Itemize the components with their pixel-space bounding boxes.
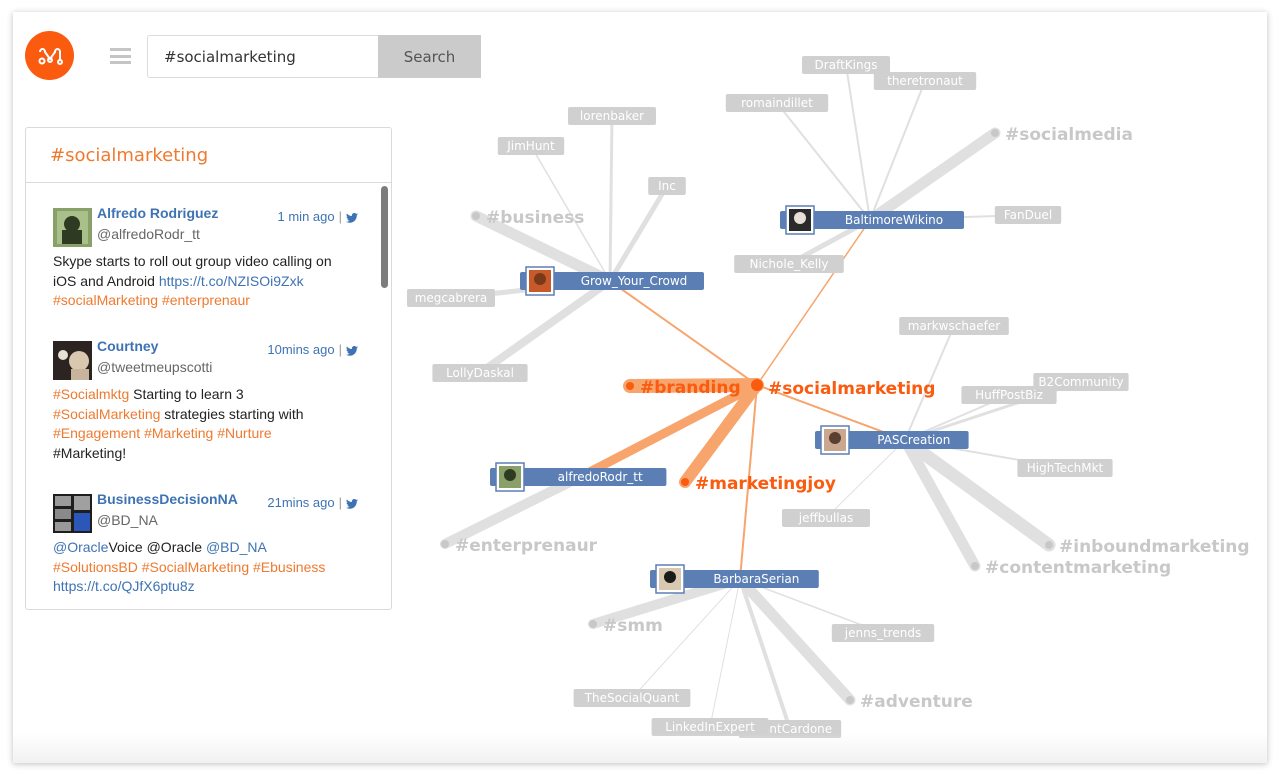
hashtag-node-label: #marketingjoy [695,474,836,494]
account-node-label: Inc [658,179,676,193]
edge-grow-lorenbaker [608,114,614,283]
edge-baltimore-socialmedia [864,127,1001,226]
hashtag-dot [846,696,854,704]
hashtag-network-graph: lorenbaker JimHunt Inc megcabrera LollyDaska… [407,56,1250,738]
account-node[interactable]: jeffbullas [782,509,870,527]
account-node[interactable]: jenns_trends [831,624,935,642]
account-node[interactable]: LinkedInExpert [651,718,769,736]
hashtag-node[interactable]: #adventure [846,692,973,712]
user-node[interactable]: BaltimoreWikino [780,205,964,235]
edge-socialmarketing-grow [609,280,758,386]
edge-grow-inc [607,183,670,284]
hashtag-node-label: #socialmedia [1005,125,1133,145]
user-avatar-face [794,212,806,224]
edge-socialmarketing-alfredo [575,380,762,482]
user-node[interactable]: alfredoRodr_tt [490,462,667,492]
account-node-label: jeffbullas [798,511,853,525]
hashtag-dot [1045,541,1053,549]
hashtag-dot [441,540,449,548]
account-node-label: Nichole_Kelly [750,257,829,271]
account-node-label: theretronaut [887,74,963,88]
account-node-label: HighTechMkt [1027,461,1104,475]
hashtag-node[interactable]: #contentmarketing [971,558,1171,578]
app-window: Search #socialmarketing Alfredo Rodrigue… [13,12,1267,763]
edge-baltimore-romain [776,102,871,221]
hashtag-dot [626,382,634,390]
account-node-label: romaindillet [741,96,813,110]
account-node-label: HuffPostBiz [975,388,1043,402]
user-node-label: alfredoRodr_tt [558,470,643,484]
user-node-label: Grow_Your_Crowd [581,274,688,288]
hashtag-node[interactable]: #enterprenaur [441,536,598,556]
user-node[interactable]: Grow_Your_Crowd [520,266,704,296]
account-node[interactable]: TheSocialQuant [573,689,691,707]
hashtag-node-label: #business [486,208,584,228]
user-node-label: PASCreation [877,433,950,447]
account-node[interactable]: FanDuel [994,206,1062,224]
account-node[interactable]: markwschaefer [899,317,1009,335]
account-node[interactable]: JimHunt [497,137,565,155]
hashtag-dot [589,620,597,628]
hashtag-node-label: #enterprenaur [455,536,598,556]
hashtag-dot [472,212,480,220]
account-node[interactable]: lorenbaker [568,107,656,125]
account-node-label: jenns_trends [844,626,921,640]
user-avatar-face [534,273,546,285]
account-node[interactable]: romaindillet [725,94,829,112]
center-hashtag-label: #socialmarketing [768,379,935,399]
account-node-label: LollyDaskal [446,366,514,380]
hashtag-dot [971,562,979,570]
hashtag-node-label: #adventure [860,692,973,712]
account-node-label: LinkedInExpert [665,720,755,734]
hashtag-node[interactable]: #socialmedia [991,125,1133,145]
hashtag-node-label: #contentmarketing [985,558,1171,578]
account-node[interactable]: HighTechMkt [1017,459,1113,477]
account-node-label: FanDuel [1004,208,1052,222]
account-node-label: lorenbaker [580,109,644,123]
edge-barbara-linkedin [709,578,741,728]
hashtag-dot [991,129,999,137]
account-node[interactable]: LollyDaskal [432,364,528,382]
account-node-label: DraftKings [815,58,878,72]
account-node[interactable]: Nichole_Kelly [734,255,844,273]
account-node[interactable]: HuffPostBiz [961,386,1057,404]
account-node-label: JimHunt [506,139,555,153]
account-node-label: megcabrera [415,291,488,305]
user-node[interactable]: BarbaraSerian [650,564,819,594]
user-node[interactable]: PASCreation [815,425,969,455]
hashtag-node-active[interactable]: #marketingjoy [681,474,836,494]
hashtag-node-active[interactable]: #branding [626,378,741,398]
hashtag-node[interactable]: #business [472,208,584,228]
user-avatar-face [829,432,841,444]
hashtag-node-label: #inboundmarketing [1059,537,1250,557]
user-node-label: BarbaraSerian [713,572,799,586]
edge-baltimore-draftkings [845,64,871,221]
account-node[interactable]: DraftKings [802,56,890,74]
user-node-label: BaltimoreWikino [845,213,943,227]
account-node-label: TheSocialQuant [584,691,680,705]
account-node-label: markwschaefer [908,319,1001,333]
edge-pas-inbound [898,433,1056,552]
account-node[interactable]: Inc [648,177,686,195]
hashtag-node[interactable]: #inboundmarketing [1045,537,1250,557]
center-dot [751,379,763,391]
account-node[interactable]: theretronaut [873,72,977,90]
user-avatar-face [504,469,516,481]
user-avatar-face [664,571,676,583]
hashtag-dot [681,478,689,486]
hashtag-node-label: #branding [640,378,741,398]
account-node[interactable]: megcabrera [407,289,495,307]
center-hashtag-node[interactable]: #socialmarketing [751,379,935,399]
edge-socialmarketing-baltimore [756,219,871,386]
hashtag-node-label: #smm [603,616,663,636]
